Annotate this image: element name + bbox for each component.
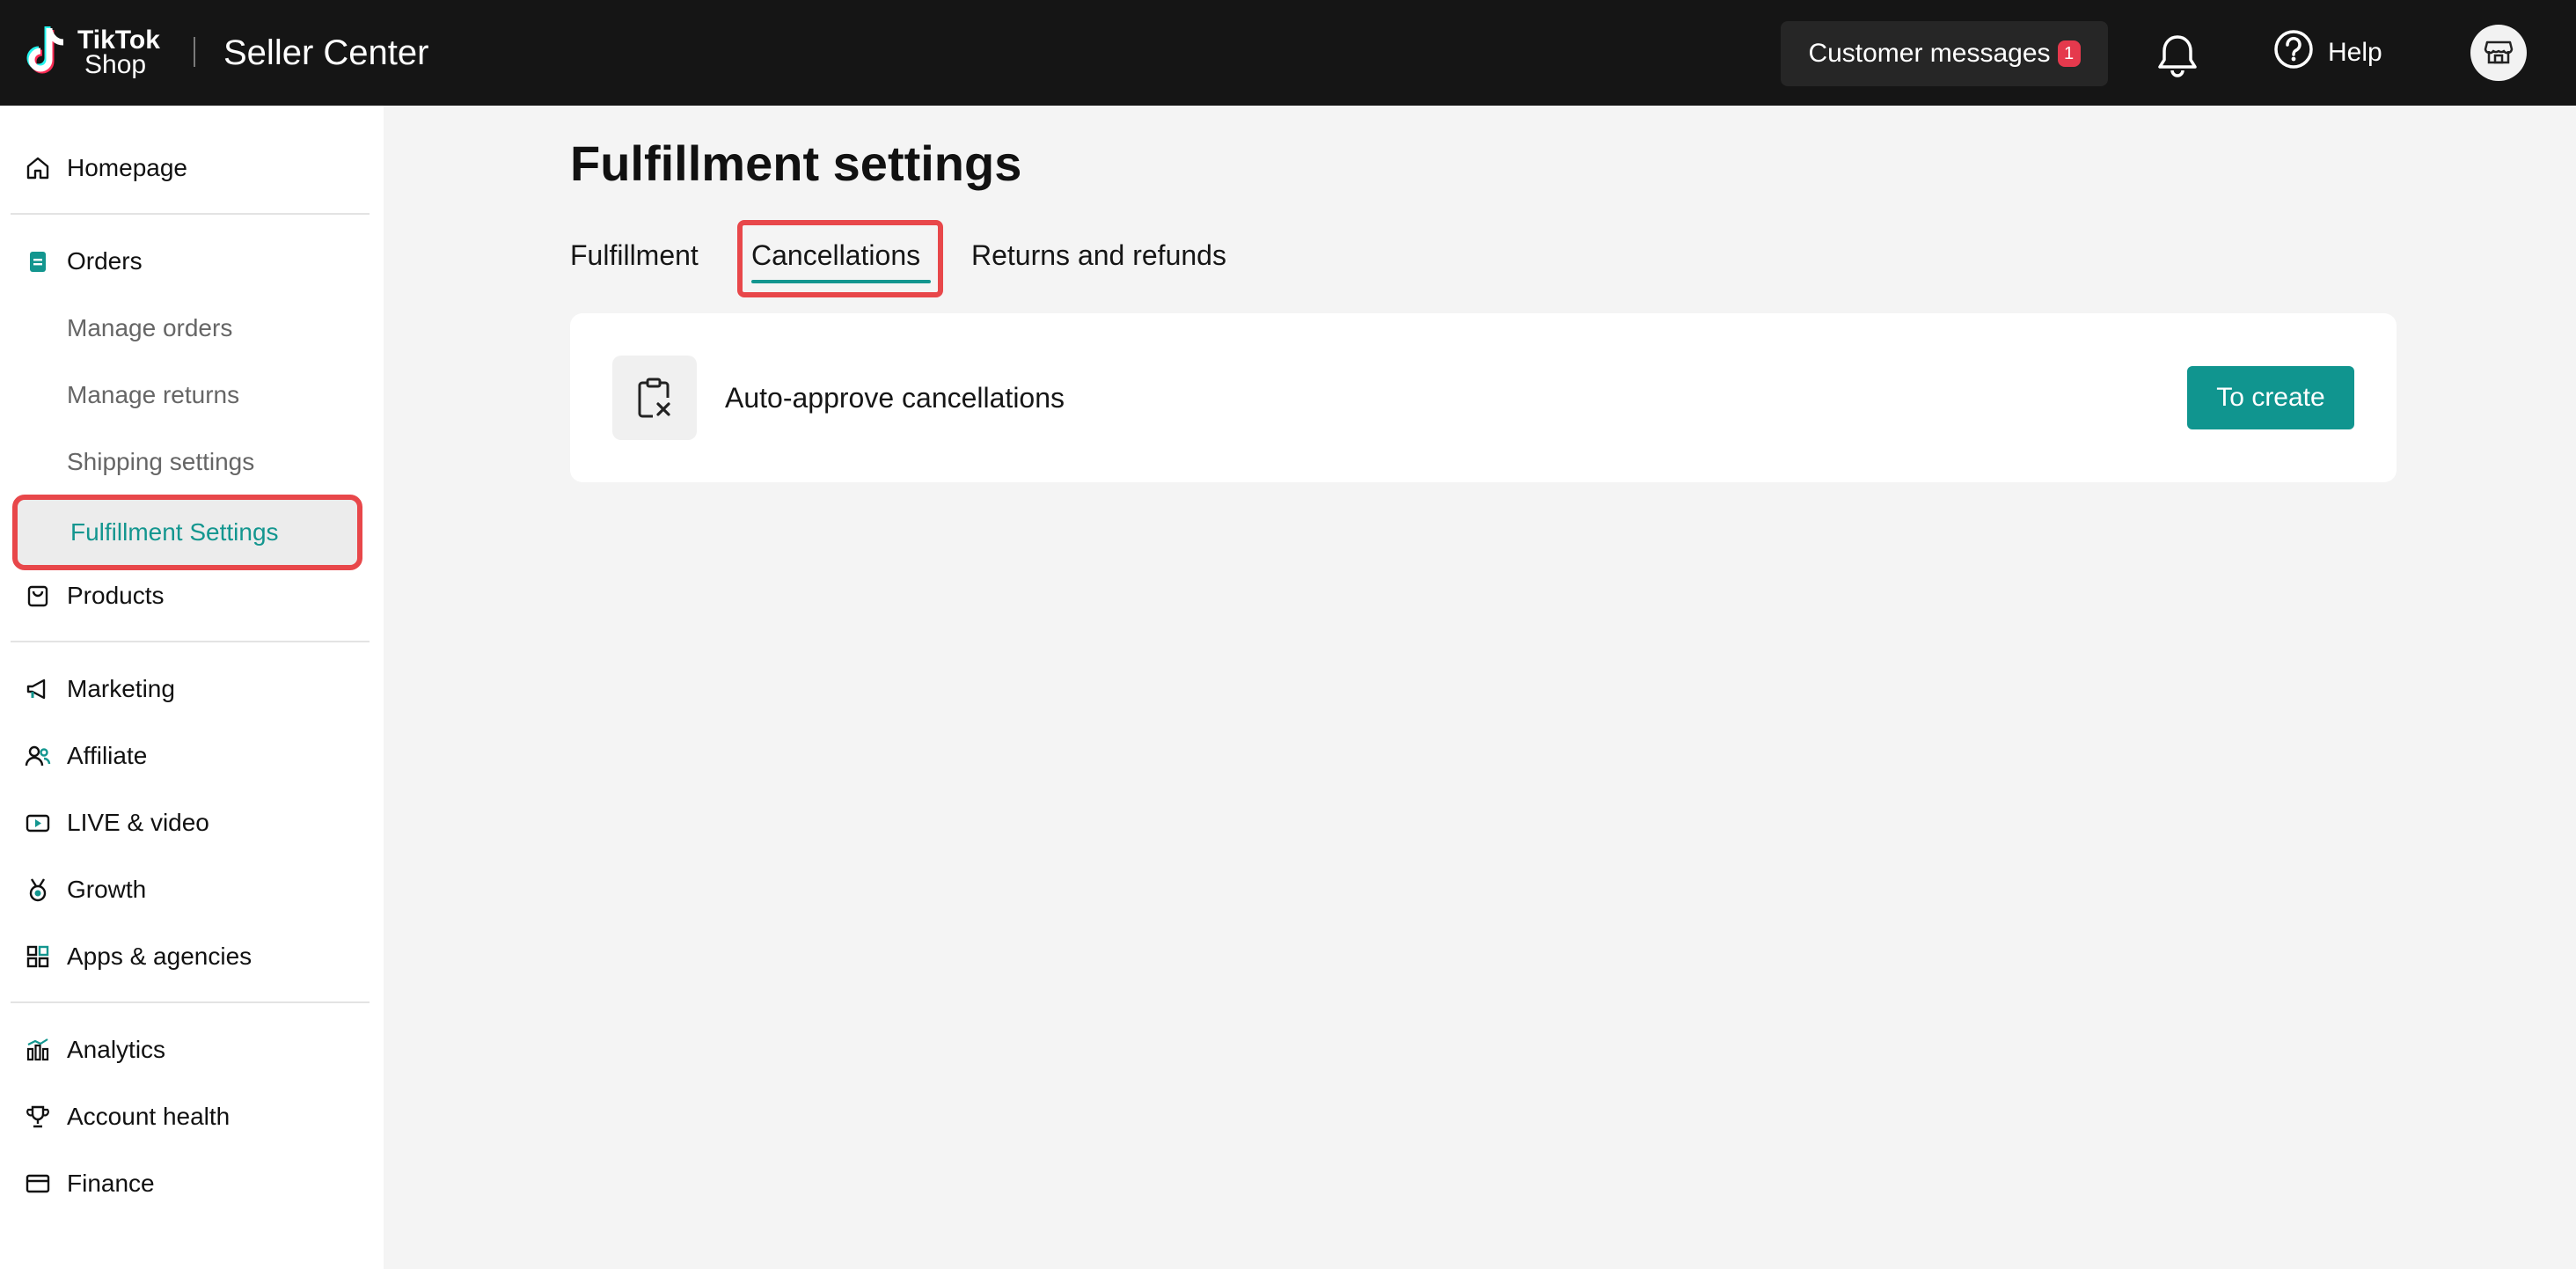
sidebar-item-finance[interactable]: Finance xyxy=(11,1153,370,1214)
sidebar-item-orders[interactable]: Orders xyxy=(11,231,370,292)
medal-icon xyxy=(23,875,53,905)
sidebar-subitem-fulfillment-settings[interactable]: Fulfillment Settings xyxy=(12,495,362,570)
sidebar-subitem-label: Manage orders xyxy=(67,314,233,341)
active-tab-underline xyxy=(751,280,931,283)
logo-text: TikTok Shop xyxy=(77,27,160,79)
help-button[interactable]: Help xyxy=(2273,30,2382,76)
tab-cancellations[interactable]: Cancellations xyxy=(751,236,920,275)
sidebar-item-label: Marketing xyxy=(67,675,175,702)
products-icon xyxy=(23,581,53,611)
sidebar-item-products[interactable]: Products xyxy=(11,565,370,627)
orders-icon xyxy=(23,246,53,276)
sidebar-item-label: Analytics xyxy=(67,1036,166,1063)
sidebar-item-label: Growth xyxy=(67,876,147,903)
sidebar-item-label: Orders xyxy=(67,247,143,275)
apps-grid-icon xyxy=(23,942,53,972)
store-avatar[interactable] xyxy=(2470,25,2527,81)
auto-approve-cancellations-label: Auto-approve cancellations xyxy=(725,382,1065,414)
to-create-button[interactable]: To create xyxy=(2187,366,2354,429)
sidebar-divider xyxy=(11,641,370,642)
sidebar: Homepage Orders Manage orders Manage ret… xyxy=(0,106,384,1269)
auto-approve-cancellations-card: Auto-approve cancellations To create xyxy=(570,313,2397,482)
sidebar-item-label: Account health xyxy=(67,1103,231,1130)
sidebar-subitem-label: Manage returns xyxy=(67,381,240,408)
sidebar-subitem-label: Shipping settings xyxy=(67,448,255,475)
sidebar-divider xyxy=(11,1001,370,1003)
store-icon xyxy=(2483,35,2514,71)
customer-messages-label: Customer messages xyxy=(1808,39,2051,68)
tab-fulfillment[interactable]: Fulfillment xyxy=(570,236,699,275)
sidebar-item-label: Finance xyxy=(67,1170,155,1197)
page-title: Fulfillment settings xyxy=(570,136,1022,191)
sidebar-item-label: Affiliate xyxy=(67,742,148,769)
sidebar-item-apps-agencies[interactable]: Apps & agencies xyxy=(11,926,370,987)
sidebar-item-label: Homepage xyxy=(67,154,187,181)
top-bar: TikTok Shop Seller Center Customer messa… xyxy=(0,0,2576,106)
sidebar-subitem-shipping-settings[interactable]: Shipping settings xyxy=(14,429,361,495)
logo-line2: Shop xyxy=(84,50,147,79)
sidebar-item-label: Products xyxy=(67,582,165,609)
clipboard-x-icon xyxy=(612,356,697,440)
bar-chart-icon xyxy=(23,1035,53,1065)
tab-returns-and-refunds[interactable]: Returns and refunds xyxy=(971,236,1226,275)
video-icon xyxy=(23,808,53,838)
people-icon xyxy=(23,741,53,771)
sidebar-item-label: LIVE & video xyxy=(67,809,209,836)
trophy-icon xyxy=(23,1102,53,1132)
sidebar-item-analytics[interactable]: Analytics xyxy=(11,1019,370,1081)
credit-card-icon xyxy=(23,1169,53,1199)
sidebar-subitem-label: Fulfillment Settings xyxy=(70,518,279,546)
megaphone-icon xyxy=(23,674,53,704)
sidebar-subitem-manage-orders[interactable]: Manage orders xyxy=(14,296,361,361)
sidebar-item-account-health[interactable]: Account health xyxy=(11,1086,370,1148)
sidebar-item-growth[interactable]: Growth xyxy=(11,859,370,921)
sidebar-divider xyxy=(11,213,370,215)
sidebar-item-homepage[interactable]: Homepage xyxy=(11,137,370,199)
home-icon xyxy=(23,153,53,183)
unread-count-badge: 1 xyxy=(2057,40,2081,67)
sidebar-item-affiliate[interactable]: Affiliate xyxy=(11,725,370,787)
tiktok-shop-logo[interactable]: TikTok Shop xyxy=(23,25,172,81)
sidebar-item-label: Apps & agencies xyxy=(67,943,252,970)
sidebar-subitem-manage-returns[interactable]: Manage returns xyxy=(14,363,361,428)
help-label: Help xyxy=(2328,38,2382,67)
app-title: Seller Center xyxy=(223,33,429,72)
logo-divider xyxy=(194,37,195,67)
help-circle-icon xyxy=(2273,29,2314,77)
customer-messages-button[interactable]: Customer messages 1 xyxy=(1781,21,2108,86)
bell-icon[interactable] xyxy=(2157,33,2198,77)
sidebar-item-live-video[interactable]: LIVE & video xyxy=(11,792,370,854)
sidebar-item-marketing[interactable]: Marketing xyxy=(11,658,370,720)
tiktok-logo-icon xyxy=(23,25,72,81)
